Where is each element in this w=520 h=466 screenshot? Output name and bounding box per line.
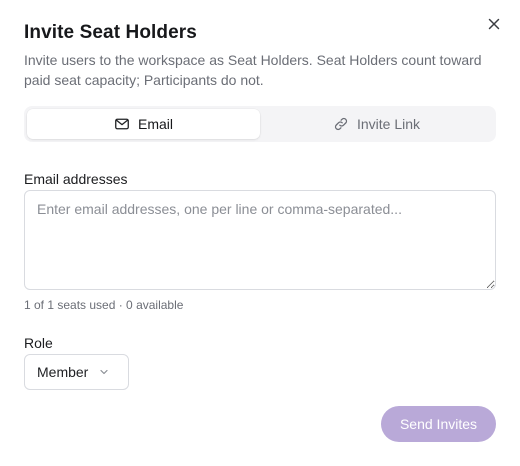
role-select[interactable]: Member [24, 354, 129, 390]
dialog-title: Invite Seat Holders [24, 22, 197, 43]
tab-email[interactable]: Email [27, 109, 260, 139]
tab-invite-link-label: Invite Link [356, 116, 421, 132]
tab-invite-link[interactable]: Invite Link [260, 109, 493, 139]
dialog-description: Invite users to the workspace as Seat Ho… [24, 52, 482, 88]
link-icon [334, 117, 348, 131]
email-addresses-label: Email addresses [24, 171, 128, 187]
close-icon [488, 18, 500, 30]
chevron-down-icon [100, 369, 108, 375]
role-label: Role [24, 335, 53, 351]
invite-dialog: Invite Seat Holders Invite users to the … [0, 0, 520, 466]
seat-usage-note: 1 of 1 seats used · 0 available [24, 298, 184, 312]
mail-icon [115, 118, 129, 130]
send-invites-button[interactable]: Send Invites [381, 406, 496, 442]
close-button[interactable] [486, 16, 502, 32]
email-addresses-input[interactable] [24, 190, 496, 290]
tab-email-label: Email [137, 116, 173, 132]
invite-method-tabs: Email Invite Link [24, 106, 496, 142]
role-selected-value: Member [37, 364, 89, 380]
